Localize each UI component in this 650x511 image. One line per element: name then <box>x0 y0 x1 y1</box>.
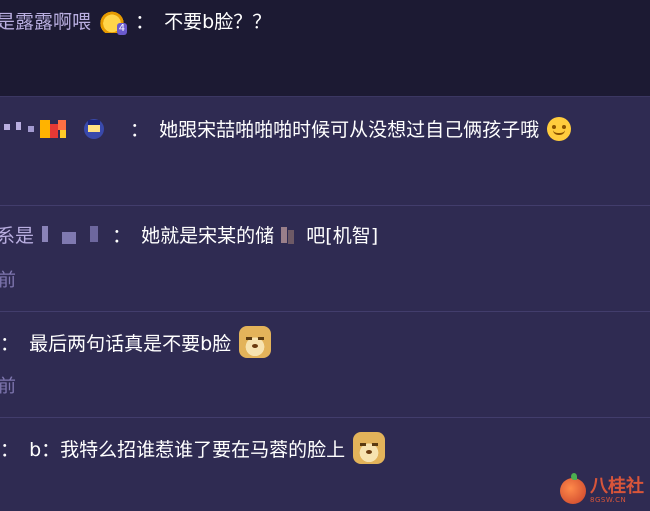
comment-username[interactable]: 是露露啊喂 <box>0 11 91 33</box>
pixelated-username-icon <box>2 116 122 148</box>
upside-down-face-icon <box>547 117 572 141</box>
comment-row-4[interactable]: ： 最后两句话真是不要b脸 <box>0 326 648 358</box>
comment-time: 前 <box>0 270 16 291</box>
crown-icon <box>99 9 128 35</box>
watermark-sub: 8GSW.CN <box>590 496 627 504</box>
comment-separator: ： <box>130 119 150 141</box>
fruit-logo-icon <box>560 473 586 504</box>
comment-separator: ： <box>0 333 20 355</box>
watermark-text: 八桂社 <box>590 476 644 497</box>
comment-separator: ： <box>135 11 155 33</box>
comment-text: b：我特么招谁惹谁了要在马蓉的脸上 <box>29 439 346 461</box>
comment-text: 她就是宋某的储 <box>141 225 275 247</box>
comment-row-3[interactable]: 系是 ： 她就是宋某的储 吧[机智] <box>0 222 646 254</box>
comment-text: 不要b脸？？ <box>164 11 272 33</box>
comment-text: 她跟宋喆啪啪啪时候可从没想过自己俩孩子哦 <box>159 119 540 141</box>
divider <box>0 417 650 418</box>
comment-text: 最后两句话真是不要b脸 <box>29 333 232 355</box>
comment-separator: ： <box>112 225 132 247</box>
doge-icon <box>353 432 386 464</box>
divider <box>0 205 650 206</box>
comment-text-tail: 吧[机智] <box>306 225 379 247</box>
doge-icon <box>239 326 272 358</box>
comment-row-1[interactable]: 是露露啊喂 ： 不要b脸？？ <box>0 8 646 36</box>
comment-row-2[interactable]: ： 她跟宋喆啪啪啪时候可从没想过自己俩孩子哦 <box>2 116 650 148</box>
comment-separator: ： <box>0 439 20 461</box>
comment-username[interactable]: 系是 <box>0 225 34 247</box>
site-watermark: 八桂社 8GSW.CN <box>560 473 644 504</box>
comment-row-5[interactable]: ： b：我特么招谁惹谁了要在马蓉的脸上 <box>0 432 648 464</box>
divider <box>0 311 650 312</box>
pixelated-text-icon <box>280 224 300 254</box>
comment-time: 前 <box>0 376 16 397</box>
pixelated-username-icon <box>40 222 104 254</box>
